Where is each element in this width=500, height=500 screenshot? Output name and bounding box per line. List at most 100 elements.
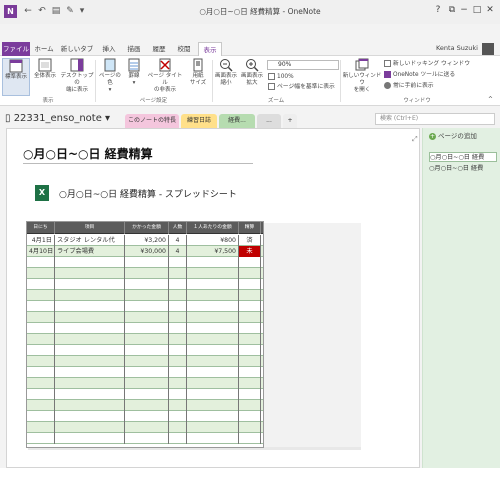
table-row[interactable] <box>27 301 263 312</box>
table-row[interactable] <box>27 389 263 400</box>
tab-insert[interactable]: 挿入 <box>98 42 120 56</box>
table-cell[interactable] <box>27 301 55 312</box>
dock-to-desktop-button[interactable]: デスクトップの 端に表示 <box>60 58 94 96</box>
table-cell[interactable]: 4月10日 <box>27 246 55 257</box>
table-cell[interactable] <box>239 323 261 334</box>
table-cell[interactable] <box>27 400 55 411</box>
sheet-header-cell[interactable]: 人数 <box>169 222 187 234</box>
pen-icon[interactable]: ✎ <box>64 5 76 18</box>
table-cell[interactable]: ¥3,200 <box>125 235 169 246</box>
zoom-in-button[interactable]: 画面表示 拡大 <box>240 58 264 96</box>
table-cell[interactable]: ¥800 <box>187 235 239 246</box>
table-cell[interactable] <box>187 345 239 356</box>
help-icon[interactable]: ? <box>432 4 444 17</box>
new-window-button[interactable]: 新しいウィンドウ を開く <box>342 58 382 96</box>
table-cell[interactable] <box>27 378 55 389</box>
table-cell[interactable]: ¥30,000 <box>125 246 169 257</box>
table-row[interactable] <box>27 345 263 356</box>
table-cell[interactable] <box>55 279 125 290</box>
table-cell[interactable] <box>187 378 239 389</box>
table-cell[interactable] <box>187 312 239 323</box>
table-cell[interactable] <box>187 301 239 312</box>
table-cell[interactable] <box>125 356 169 367</box>
table-cell[interactable] <box>187 367 239 378</box>
table-cell[interactable] <box>27 257 55 268</box>
table-cell[interactable] <box>55 290 125 301</box>
minimize-button[interactable]: − <box>458 4 470 17</box>
table-cell[interactable] <box>169 433 187 444</box>
table-cell[interactable] <box>239 301 261 312</box>
table-cell[interactable] <box>125 334 169 345</box>
collapse-ribbon-icon[interactable]: ^ <box>488 96 493 104</box>
table-row[interactable] <box>27 257 263 268</box>
table-cell[interactable] <box>187 411 239 422</box>
table-cell[interactable] <box>125 301 169 312</box>
table-cell[interactable] <box>187 356 239 367</box>
table-cell[interactable] <box>125 279 169 290</box>
table-cell[interactable]: 4月1日 <box>27 235 55 246</box>
table-cell[interactable] <box>27 345 55 356</box>
page-list-item[interactable]: ○月○日~○日 経費 <box>429 164 497 174</box>
table-cell[interactable] <box>239 367 261 378</box>
table-row[interactable] <box>27 400 263 411</box>
table-cell[interactable] <box>187 268 239 279</box>
table-cell[interactable] <box>187 257 239 268</box>
sheet-header-cell[interactable]: 精算 <box>239 222 261 234</box>
table-cell[interactable] <box>187 279 239 290</box>
table-cell[interactable] <box>125 422 169 433</box>
table-row[interactable] <box>27 378 263 389</box>
page-color-button[interactable]: ページの色 ▾ <box>97 58 123 96</box>
table-cell[interactable] <box>27 268 55 279</box>
tab-file[interactable]: ファイル <box>2 42 30 56</box>
table-cell[interactable] <box>187 290 239 301</box>
table-cell[interactable] <box>239 378 261 389</box>
table-row[interactable] <box>27 411 263 422</box>
table-cell[interactable] <box>55 323 125 334</box>
table-cell[interactable] <box>55 312 125 323</box>
sheet-header-cell[interactable]: 日にち <box>27 222 55 234</box>
search-input[interactable]: 検索 (Ctrl+E) <box>375 113 495 125</box>
table-cell[interactable] <box>169 378 187 389</box>
sheet-header-cell[interactable]: １人あたりの金額 <box>187 222 239 234</box>
table-cell[interactable] <box>55 422 125 433</box>
table-cell[interactable] <box>187 323 239 334</box>
section-tab-features[interactable]: このノートの特長 <box>125 114 179 128</box>
table-cell[interactable] <box>169 389 187 400</box>
page-width-button[interactable]: ページ幅を基準に表示 <box>268 83 335 91</box>
table-cell[interactable] <box>55 411 125 422</box>
paper-size-button[interactable]: 用紙 サイズ <box>186 58 210 96</box>
table-cell[interactable] <box>27 433 55 444</box>
table-cell[interactable] <box>187 389 239 400</box>
tab-review[interactable]: 校閲 <box>172 42 196 56</box>
table-cell[interactable] <box>169 345 187 356</box>
table-cell[interactable] <box>169 356 187 367</box>
table-cell[interactable] <box>125 433 169 444</box>
table-cell[interactable] <box>169 268 187 279</box>
always-on-top-button[interactable]: 常に手前に表示 <box>384 82 434 90</box>
close-button[interactable]: ✕ <box>484 4 496 17</box>
table-cell[interactable] <box>125 323 169 334</box>
table-cell[interactable] <box>27 389 55 400</box>
table-cell[interactable] <box>169 257 187 268</box>
table-cell[interactable] <box>125 290 169 301</box>
table-cell[interactable] <box>239 290 261 301</box>
table-row[interactable] <box>27 367 263 378</box>
table-cell[interactable]: 4 <box>169 246 187 257</box>
maximize-button[interactable]: □ <box>471 4 483 17</box>
section-tab-expenses[interactable]: 経費... <box>219 114 255 128</box>
normal-view-button[interactable]: 標準表示 <box>2 58 30 96</box>
table-cell[interactable] <box>169 334 187 345</box>
tab-new[interactable]: 新しいタブ <box>58 42 96 56</box>
table-cell[interactable] <box>239 422 261 433</box>
table-cell[interactable] <box>125 389 169 400</box>
table-row[interactable] <box>27 323 263 334</box>
table-cell[interactable] <box>169 411 187 422</box>
table-cell[interactable] <box>125 378 169 389</box>
undo-icon[interactable]: ↶ <box>36 5 48 18</box>
user-name[interactable]: Kenta Suzuki <box>436 44 478 52</box>
expand-icon[interactable]: ⤢ <box>412 135 418 144</box>
table-cell[interactable] <box>27 334 55 345</box>
table-row[interactable] <box>27 334 263 345</box>
table-cell[interactable] <box>187 433 239 444</box>
section-tab-practice[interactable]: 練習日誌 <box>181 114 217 128</box>
